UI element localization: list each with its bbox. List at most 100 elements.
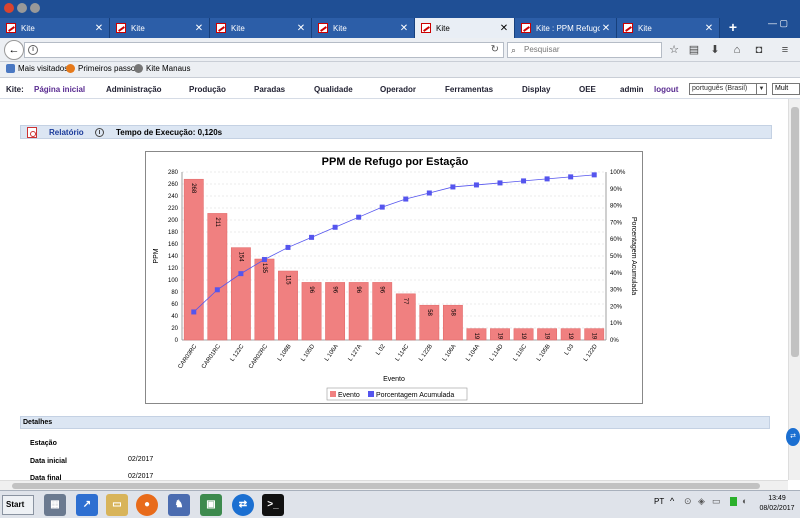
bookmark-item[interactable]: Primeiros passos bbox=[66, 64, 139, 73]
close-tab-icon[interactable]: ✕ bbox=[295, 23, 307, 34]
chevron-down-icon: ▼ bbox=[756, 84, 766, 94]
x-tick-label: L 116C bbox=[513, 343, 529, 362]
menu-item-operator[interactable]: Operador bbox=[380, 85, 416, 94]
report-link[interactable]: Relatório bbox=[49, 128, 84, 137]
kite-favicon-icon bbox=[6, 23, 16, 33]
bookmark-item[interactable]: Mais visitados bbox=[6, 64, 68, 73]
horizontal-scrollbar[interactable] bbox=[0, 480, 788, 490]
x-tick-label: CAR02RC bbox=[248, 343, 269, 370]
url-bar[interactable]: i ↻ bbox=[24, 42, 504, 58]
pareto-chart: PPM de Refugo por Estação 0 20 40 60 80 100 120… bbox=[145, 151, 643, 404]
browser-tab[interactable]: Kite ✕ bbox=[110, 18, 210, 38]
browser-tab-bar: Kite ✕ Kite ✕ Kite ✕ Kite ✕ Kite ✕ Kite … bbox=[0, 0, 800, 38]
y2-tick-label: 60% bbox=[610, 237, 623, 243]
menu-item-production[interactable]: Produção bbox=[189, 85, 226, 94]
app-menu-bar: Kite: Página inicial Administração Produ… bbox=[0, 79, 800, 99]
x-tick-label: L 122C bbox=[230, 343, 246, 363]
bookmark-star-icon[interactable]: ☆ bbox=[667, 43, 681, 57]
teamviewer-icon[interactable]: ⇄ bbox=[232, 494, 254, 516]
folder-icon[interactable]: ▭ bbox=[106, 494, 128, 516]
tray-arrow-icon[interactable]: ^ bbox=[670, 496, 674, 506]
close-tab-icon[interactable]: ✕ bbox=[703, 23, 715, 34]
close-tab-icon[interactable]: ✕ bbox=[93, 23, 105, 34]
scroll-thumb[interactable] bbox=[791, 107, 799, 357]
start-button[interactable]: Start bbox=[2, 495, 34, 515]
browser-nav-bar: ← i ↻ ⌕ Pesquisar ☆ ▤ ⬇ ⌂ ◘ ≡ bbox=[0, 38, 800, 62]
multi-select[interactable]: Mult bbox=[772, 83, 800, 95]
cumulative-point bbox=[591, 172, 597, 178]
cumulative-point bbox=[426, 190, 432, 196]
back-button[interactable]: ← bbox=[4, 40, 24, 60]
y-tick-label: 40 bbox=[171, 314, 178, 320]
minimize-window-icon[interactable] bbox=[17, 3, 27, 13]
teamviewer-badge-icon[interactable]: ⇄ bbox=[786, 428, 800, 446]
menu-item-home[interactable]: Página inicial bbox=[34, 85, 85, 94]
download-icon[interactable]: ⬇ bbox=[708, 43, 722, 57]
y2-tick-label: 40% bbox=[610, 271, 623, 277]
menu-item-quality[interactable]: Qualidade bbox=[314, 85, 353, 94]
pdf-icon[interactable] bbox=[27, 127, 37, 138]
system-clock[interactable]: 13:49 08/02/2017 bbox=[756, 494, 798, 514]
legend-swatch-line bbox=[368, 391, 374, 397]
info-icon[interactable]: i bbox=[28, 45, 38, 55]
close-window-icon[interactable] bbox=[4, 3, 14, 13]
bar-value-label: 19 bbox=[520, 333, 526, 340]
monitor-icon[interactable]: ▭ bbox=[712, 496, 721, 507]
browser-tab[interactable]: Kite ✕ bbox=[0, 18, 110, 38]
scroll-thumb[interactable] bbox=[12, 483, 760, 489]
close-tab-icon[interactable]: ✕ bbox=[398, 23, 410, 34]
vertical-scrollbar[interactable] bbox=[788, 99, 800, 480]
database-app-icon[interactable]: ▦ bbox=[44, 494, 66, 516]
network-icon[interactable]: ⊙ bbox=[684, 496, 692, 507]
browser-tab[interactable]: Kite ✕ bbox=[617, 18, 720, 38]
legend-entry: Porcentagem Acumulada bbox=[376, 392, 454, 399]
language-select[interactable]: português (Brasil) ▼ bbox=[689, 83, 767, 95]
input-language[interactable]: PT bbox=[654, 497, 664, 506]
browser-tab[interactable]: Kite ✕ bbox=[312, 18, 415, 38]
y2-tick-label: 20% bbox=[610, 304, 623, 310]
reload-icon[interactable]: ↻ bbox=[491, 44, 499, 55]
menu-item-stops[interactable]: Paradas bbox=[254, 85, 285, 94]
remote-app-icon[interactable]: ↗ bbox=[76, 494, 98, 516]
bar-value-label: 268 bbox=[190, 183, 196, 194]
postgres-icon[interactable]: ♞ bbox=[168, 494, 190, 516]
firefox-icon[interactable]: ● bbox=[136, 494, 158, 516]
command-prompt-icon[interactable]: >_ bbox=[262, 494, 284, 516]
close-tab-icon[interactable]: ✕ bbox=[600, 23, 612, 34]
search-input[interactable]: ⌕ Pesquisar bbox=[507, 42, 662, 58]
legend-swatch-bar bbox=[330, 391, 336, 397]
menu-item-user[interactable]: admin bbox=[620, 85, 644, 94]
logout-link[interactable]: logout bbox=[654, 85, 678, 94]
terminal-app-icon[interactable]: ▣ bbox=[200, 494, 222, 516]
bar-value-label: 211 bbox=[214, 217, 220, 227]
maximize-window-icon[interactable] bbox=[30, 3, 40, 13]
close-tab-icon[interactable]: ✕ bbox=[193, 23, 205, 34]
x-tick-label: L 114C bbox=[395, 343, 411, 362]
bar-value-label: 58 bbox=[449, 309, 455, 316]
pocket-icon[interactable]: ◘ bbox=[752, 43, 766, 57]
close-tab-icon[interactable]: ✕ bbox=[498, 23, 510, 34]
library-icon[interactable]: ▤ bbox=[687, 43, 701, 57]
battery-icon[interactable] bbox=[730, 497, 737, 506]
x-axis-label: Evento bbox=[383, 376, 405, 383]
cumulative-point bbox=[568, 174, 574, 180]
menu-item-admin[interactable]: Administração bbox=[106, 85, 162, 94]
browser-tab[interactable]: Kite ✕ bbox=[210, 18, 312, 38]
bookmark-item[interactable]: Kite Manaus bbox=[134, 64, 190, 73]
menu-item-display[interactable]: Display bbox=[522, 85, 550, 94]
new-tab-button[interactable]: + bbox=[726, 18, 740, 36]
menu-item-tools[interactable]: Ferramentas bbox=[445, 85, 493, 94]
y-tick-label: 60 bbox=[171, 302, 178, 308]
bar-value-label: 135 bbox=[261, 263, 267, 274]
menu-icon[interactable]: ≡ bbox=[778, 43, 792, 57]
shield-icon[interactable]: ◈ bbox=[698, 496, 705, 507]
menu-item-oee[interactable]: OEE bbox=[579, 85, 596, 94]
volume-icon[interactable]: ◐ bbox=[742, 496, 747, 506]
detail-label-station: Estação bbox=[30, 440, 57, 447]
browser-tab[interactable]: Kite : PPM Refugo ✕ bbox=[515, 18, 617, 38]
bar bbox=[183, 178, 204, 341]
y2-tick-label: 30% bbox=[610, 288, 623, 294]
window-controls-icon[interactable]: — ▢ bbox=[768, 18, 798, 36]
browser-tab-active[interactable]: Kite ✕ bbox=[415, 18, 515, 38]
home-icon[interactable]: ⌂ bbox=[730, 43, 744, 57]
